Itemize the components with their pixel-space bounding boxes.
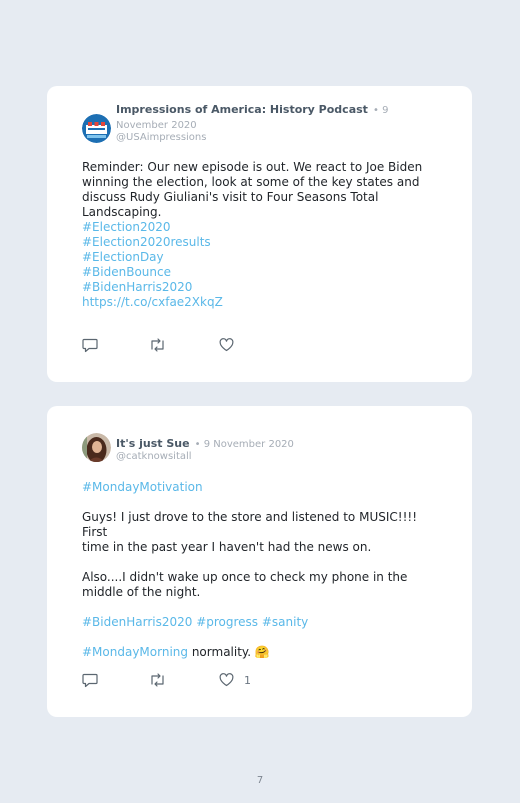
tweet-body: Reminder: Our new episode is out. We rea… [82, 160, 440, 310]
avatar[interactable] [82, 114, 111, 143]
retweet-icon [151, 338, 164, 352]
hashtag-link[interactable]: #Election2020results [82, 235, 440, 250]
tweet-text-line: time in the past year I haven't had the … [82, 540, 372, 554]
hashtag-links[interactable]: #BidenHarris2020 #progress #sanity [82, 615, 440, 630]
tweet-card: It's just Sue • 9 November 2020 @catknow… [47, 406, 472, 717]
tweet-url-link[interactable]: https://t.co/cxfae2XkqZ [82, 295, 440, 310]
tweet-text-line: Reminder: Our new episode is out. We rea… [82, 160, 423, 174]
retweet-icon [151, 673, 164, 687]
reply-icon [82, 338, 98, 353]
like-count: 1 [244, 674, 251, 687]
avatar[interactable] [82, 433, 111, 462]
hashtag-link[interactable]: #MondayMorning [82, 645, 188, 659]
tweet-text-line: Also....I didn't wake up once to check m… [82, 570, 408, 584]
tweet-text-line: discuss Rudy Giuliani's visit to Four Se… [82, 190, 379, 204]
author-name[interactable]: It's just Sue [116, 437, 190, 450]
author-handle[interactable]: @USAimpressions [116, 132, 442, 144]
reply-icon [82, 673, 98, 688]
tweet-text-line: Guys! I just drove to the store and list… [82, 510, 421, 539]
like-button[interactable]: 1 [219, 673, 259, 689]
tweet-text-line: #MondayMorning normality. 🤗 [82, 645, 440, 660]
author-handle[interactable]: @catknowsitall [116, 451, 442, 463]
tweet-text-line: middle of the night. [82, 585, 201, 599]
retweet-button[interactable] [149, 673, 167, 689]
retweet-button[interactable] [149, 338, 167, 354]
hashtag-link[interactable]: #BidenHarris2020 [82, 280, 440, 295]
tweet-text-line: winning the election, look at some of th… [82, 175, 420, 189]
tweet-body: #MondayMotivation Guys! I just drove to … [82, 480, 440, 660]
hashtag-link[interactable]: #Election2020 [82, 220, 440, 235]
author-name[interactable]: Impressions of America: History Podcast [116, 103, 368, 116]
tweet-meta: Impressions of America: History Podcast … [116, 102, 442, 144]
page-number: 7 [256, 775, 264, 786]
tweet-card: Impressions of America: History Podcast … [47, 86, 472, 382]
like-icon [219, 673, 234, 687]
tweet-meta: It's just Sue • 9 November 2020 @catknow… [116, 436, 442, 463]
tweet-text-line: Landscaping. [82, 205, 162, 219]
hashtag-link[interactable]: #MondayMotivation [82, 480, 440, 495]
tweet-text-fragment: normality. 🤗 [188, 645, 270, 659]
tweet-date: • 9 November 2020 [194, 439, 294, 450]
like-button[interactable] [219, 338, 259, 354]
hashtag-link[interactable]: #ElectionDay [82, 250, 440, 265]
hashtag-link[interactable]: #BidenBounce [82, 265, 440, 280]
like-icon [219, 338, 234, 352]
reply-button[interactable] [82, 673, 100, 689]
reply-button[interactable] [82, 338, 100, 354]
